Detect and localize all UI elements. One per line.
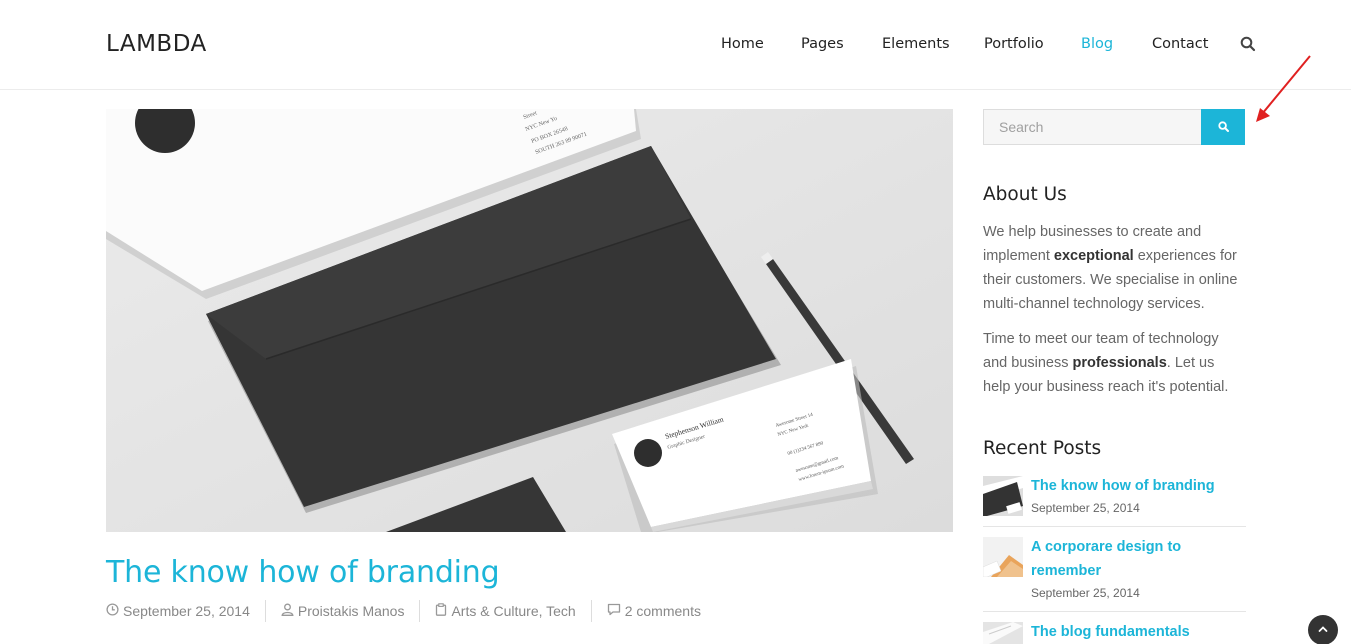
post-meta: September 25, 2014 Proistakis Manos Arts… <box>106 600 701 622</box>
post-comments[interactable]: 2 comments <box>607 603 701 619</box>
search-icon <box>1217 120 1229 135</box>
post-comments-text[interactable]: 2 comments <box>625 603 701 619</box>
site-logo[interactable]: LAMBDA <box>106 31 207 57</box>
meta-divider <box>419 600 421 622</box>
post-title[interactable]: The know how of branding <box>106 555 500 590</box>
chevron-up-icon <box>1318 621 1328 639</box>
post-categories-text[interactable]: Arts & Culture, Tech <box>451 603 575 619</box>
clock-icon <box>106 603 119 619</box>
recent-post-item[interactable]: The know how of branding September 25, 2… <box>983 476 1246 527</box>
recent-post-item[interactable]: A corporare design to remember September… <box>983 537 1246 612</box>
nav-portfolio[interactable]: Portfolio <box>984 36 1044 52</box>
post-author-text[interactable]: Proistakis Manos <box>298 603 405 619</box>
about-paragraph-2: Time to meet our team of technology and … <box>983 331 1229 395</box>
recent-posts-heading: Recent Posts <box>983 438 1102 459</box>
post-featured-image[interactable]: Street NYC New Yo PO BOX 26548 SOUTH 263… <box>106 109 953 532</box>
nav-elements[interactable]: Elements <box>882 36 950 52</box>
site-header: LAMBDA Home Pages Elements Portfolio Blo… <box>0 0 1351 90</box>
sidebar-search-input[interactable] <box>983 109 1202 145</box>
post-date-text: September 25, 2014 <box>123 603 250 619</box>
nav-contact[interactable]: Contact <box>1152 36 1208 52</box>
meta-divider <box>264 600 266 622</box>
user-icon <box>281 603 294 619</box>
recent-post-item[interactable]: The blog fundamentals <box>983 622 1246 644</box>
recent-post-thumbnail[interactable] <box>983 537 1023 577</box>
back-to-top-button[interactable] <box>1308 615 1338 644</box>
recent-post-thumbnail[interactable] <box>983 622 1023 644</box>
sidebar-search-button[interactable] <box>1201 109 1245 145</box>
recent-post-thumbnail[interactable] <box>983 476 1023 516</box>
search-icon[interactable] <box>1240 36 1256 52</box>
meta-divider <box>590 600 592 622</box>
recent-post-date: September 25, 2014 <box>1031 501 1140 515</box>
nav-pages[interactable]: Pages <box>801 36 844 52</box>
post-author[interactable]: Proistakis Manos <box>281 603 405 619</box>
post-categories[interactable]: Arts & Culture, Tech <box>435 603 576 619</box>
clipboard-icon <box>435 603 447 619</box>
recent-post-title[interactable]: The know how of branding <box>1031 474 1231 498</box>
nav-home[interactable]: Home <box>721 36 764 52</box>
nav-blog[interactable]: Blog <box>1081 36 1113 52</box>
recent-post-title[interactable]: The blog fundamentals <box>1031 620 1231 644</box>
recent-post-title[interactable]: A corporare design to remember <box>1031 535 1231 583</box>
comment-icon <box>607 603 621 619</box>
about-paragraph-1: We help businesses to create and impleme… <box>983 224 1238 312</box>
recent-post-date: September 25, 2014 <box>1031 586 1140 600</box>
about-heading: About Us <box>983 184 1067 205</box>
card-logo-icon <box>634 439 662 467</box>
post-date: September 25, 2014 <box>106 603 250 619</box>
